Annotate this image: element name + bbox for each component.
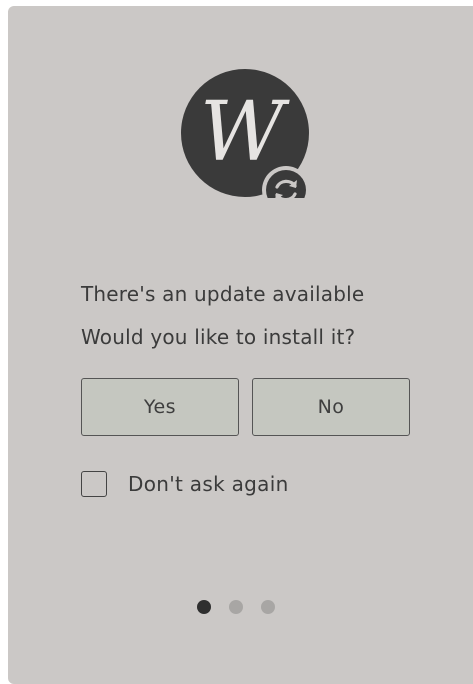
dont-ask-again-option[interactable]: Don't ask again <box>81 470 289 498</box>
page-dot[interactable] <box>261 600 275 614</box>
page-dot[interactable] <box>197 600 211 614</box>
no-button-label: No <box>317 396 345 418</box>
app-logo: W <box>181 69 310 198</box>
page-indicator <box>197 600 275 614</box>
install-question: Would you like to install it? <box>81 325 356 349</box>
page-dot[interactable] <box>229 600 243 614</box>
logo-letter: W <box>200 85 290 180</box>
no-button[interactable]: No <box>252 378 410 436</box>
dont-ask-again-checkbox[interactable] <box>81 471 107 497</box>
update-message: There's an update available <box>81 282 365 306</box>
update-dialog: W There's an update available Would you … <box>8 6 473 684</box>
dont-ask-again-label[interactable]: Don't ask again <box>128 472 289 496</box>
yes-button-label: Yes <box>143 396 177 418</box>
yes-button[interactable]: Yes <box>81 378 239 436</box>
